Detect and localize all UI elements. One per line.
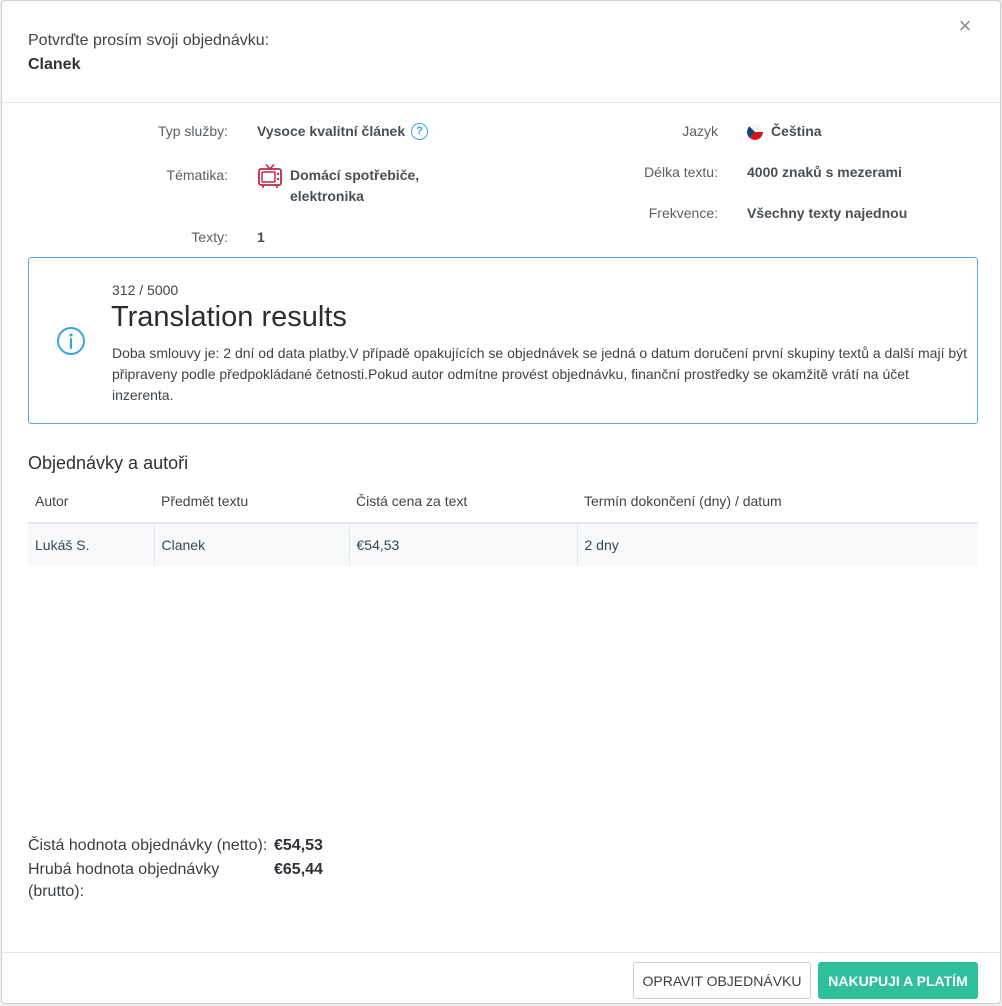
- edit-order-button[interactable]: OPRAVIT OBJEDNÁVKU: [633, 962, 811, 999]
- detail-value: Vysoce kvalitní článek ?: [257, 121, 429, 142]
- detail-service-type: Typ služby: Vysoce kvalitní článek ?: [112, 121, 429, 142]
- detail-frequency: Frekvence: Všechny texty najednou: [602, 203, 908, 224]
- detail-label: Tématika:: [166, 167, 228, 183]
- orders-table: Autor Předmět textu Čistá cena za text T…: [28, 480, 978, 566]
- detail-label: Frekvence:: [648, 205, 718, 221]
- cell-price: €54,53: [348, 523, 577, 566]
- cell-author: Lukáš S.: [28, 523, 154, 566]
- help-icon[interactable]: ?: [411, 123, 429, 140]
- detail-text-length: Délka textu: 4000 znaků s mezerami: [602, 162, 902, 183]
- detail-label: Typ služby:: [157, 123, 228, 139]
- modal-title: Clanek: [28, 56, 81, 73]
- info-icon: [57, 327, 85, 355]
- detail-label: Délka textu:: [644, 164, 718, 180]
- detail-value: Domácí spotřebiče, elektronika: [257, 163, 430, 207]
- service-type-value: Vysoce kvalitní článek: [257, 123, 406, 139]
- detail-label: Texty:: [191, 229, 228, 245]
- char-counter: 312 / 5000: [112, 282, 179, 298]
- column-header-deadline: Termín dokončení (dny) / datum: [577, 480, 978, 524]
- info-box: 312 / 5000 Translation results Doba smlo…: [28, 257, 978, 424]
- net-total-value: €54,53: [274, 837, 323, 854]
- column-header-subject: Předmět textu: [154, 480, 349, 524]
- gross-total-value: €65,44: [274, 861, 323, 878]
- czech-flag-icon: [747, 124, 763, 140]
- language-value: Čeština: [771, 123, 822, 139]
- gross-total-row: Hrubá hodnota objednávky (brutto): €65,4…: [28, 859, 323, 903]
- table-header-row: Autor Předmět textu Čistá cena za text T…: [28, 480, 978, 524]
- detail-label: Jazyk: [682, 123, 718, 139]
- buy-and-pay-button[interactable]: NAKUPUJI A PLATÍM: [818, 962, 978, 999]
- frequency-value: Všechny texty najednou: [747, 205, 908, 221]
- detail-texts: Texty: 1: [112, 227, 265, 248]
- close-icon[interactable]: ×: [954, 15, 976, 37]
- text-length-value: 4000 znaků s mezerami: [747, 164, 902, 180]
- cell-deadline: 2 dny: [576, 523, 978, 566]
- modal-footer: OPRAVIT OBJEDNÁVKU NAKUPUJI A PLATÍM: [2, 952, 1000, 1003]
- cell-subject: Clanek: [153, 523, 349, 566]
- gross-total-label: Hrubá hodnota objednávky (brutto):: [28, 861, 220, 900]
- info-text: Doba smlouvy je: 2 dní od data platby.V …: [112, 345, 968, 403]
- modal-header: Potvrďte prosím svoji objednávku: Clanek…: [2, 1, 1000, 103]
- topic-value: Domácí spotřebiče, elektronika: [290, 167, 420, 204]
- column-header-author: Autor: [28, 480, 154, 524]
- detail-topic: Tématika: Domácí spotřebiče, elektronika: [112, 163, 430, 207]
- tv-icon: [258, 163, 282, 188]
- detail-value: Čeština: [747, 121, 822, 142]
- order-details: Typ služby: Vysoce kvalitní článek ? Tém…: [2, 103, 1000, 257]
- net-total-row: Čistá hodnota objednávky (netto): €54,53: [28, 835, 323, 857]
- table-row: Lukáš S. Clanek €54,53 2 dny: [28, 523, 978, 566]
- modal-subtitle: Potvrďte prosím svoji objednávku:: [28, 32, 270, 49]
- info-title: Translation results: [111, 301, 347, 333]
- net-total-label: Čistá hodnota objednávky (netto):: [28, 837, 268, 854]
- order-confirmation-modal: Potvrďte prosím svoji objednávku: Clanek…: [1, 0, 1001, 1004]
- column-header-price: Čistá cena za text: [349, 480, 577, 524]
- order-totals: Čistá hodnota objednávky (netto): €54,53…: [28, 835, 323, 905]
- detail-language: Jazyk Čeština: [602, 121, 822, 142]
- texts-count-value: 1: [257, 229, 265, 245]
- orders-section-title: Objednávky a autoři: [28, 453, 189, 473]
